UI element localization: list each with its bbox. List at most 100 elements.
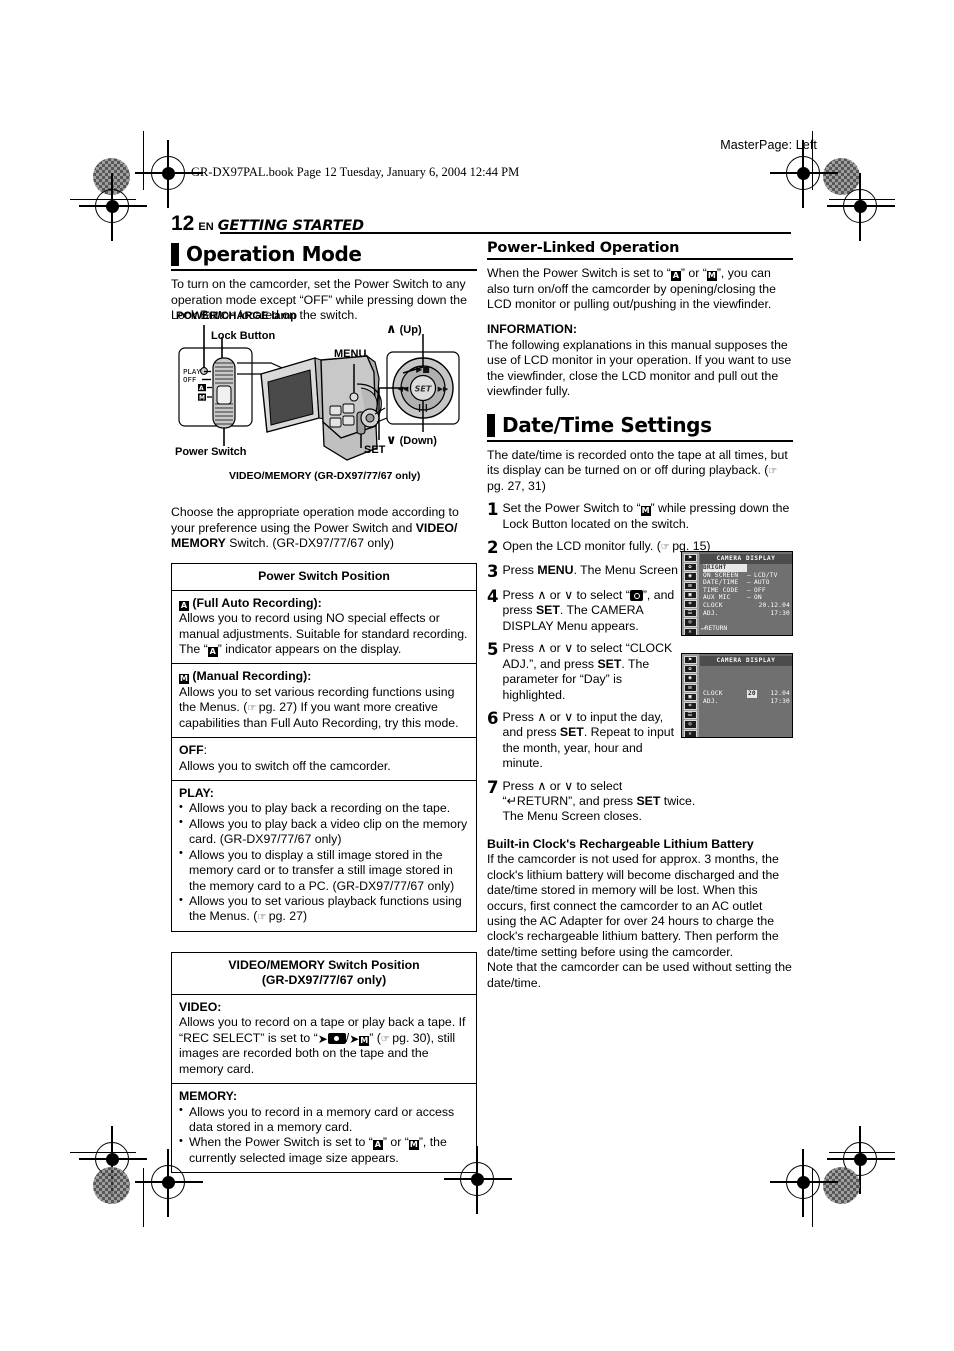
- trim-line-top-vert: [143, 131, 145, 190]
- menu-row[interactable]: ON SCREEN – LCD/TV: [703, 572, 790, 580]
- step-7-bold: SET: [636, 794, 661, 809]
- auto-mode-icon: A: [670, 271, 681, 282]
- off-title-rest: :: [203, 743, 208, 758]
- menu-row[interactable]: TIME CODE – OFF: [703, 587, 790, 595]
- rail-icon-6[interactable]: ☰: [683, 711, 697, 720]
- video-pg: pg. 30: [392, 1030, 427, 1045]
- page-ref-icon: ☞: [247, 703, 256, 715]
- rail-icon-6[interactable]: ☰: [683, 609, 697, 618]
- video-title: VIDEO:: [179, 999, 222, 1014]
- rail-icon-8[interactable]: ✕: [683, 627, 697, 635]
- off-title: OFF: [179, 743, 204, 758]
- masterpage-label: MasterPage: Left: [720, 138, 817, 152]
- table-row-memory: MEMORY: Allows you to record in a memory…: [172, 1084, 476, 1172]
- power-a: When the Power Switch is set to “: [487, 266, 671, 281]
- menu-row[interactable]: CLOCK 20.12.04: [703, 602, 790, 610]
- memory-card-icon: M: [359, 1035, 370, 1046]
- menu-row[interactable]: DATE/TIME – AUTO: [703, 579, 790, 587]
- step-1: 1 Set the Power Switch to “M” while pres…: [487, 501, 793, 532]
- menu-key: CLOCK: [703, 690, 723, 697]
- rail-icon-0[interactable]: ⚑: [683, 656, 697, 665]
- power-charge-lamp-label: POWER/CHARGE lamp: [176, 310, 298, 322]
- menu-row-bright[interactable]: BRIGHT: [703, 564, 790, 572]
- memory-bullet2-b: ” or “: [382, 1135, 409, 1150]
- list-item: Allows you to set various playback funct…: [179, 894, 469, 925]
- manual-title: M (Manual Recording):: [179, 669, 311, 685]
- menu-eq: –: [747, 579, 751, 587]
- step-6-bold: SET: [559, 725, 584, 740]
- play-title: PLAY:: [179, 786, 214, 801]
- rail-icon-0[interactable]: ⚑: [683, 554, 697, 563]
- video-memory-header-line2: (GR-DX97/77/67 only): [261, 972, 387, 987]
- menu-rows: BRIGHT ON SCREEN – LCD/TV DATE/TIME – AUTO T…: [703, 564, 790, 617]
- step-3-bold: MENU: [537, 563, 574, 578]
- up-label: ∧ (Up): [386, 322, 422, 337]
- memory-bullet2-a: When the Power Switch is set to “: [189, 1135, 373, 1150]
- date-time-rule: [487, 439, 793, 442]
- battery-body: If the camcorder is not used for approx.…: [487, 852, 780, 959]
- power-linked-rule: [487, 258, 793, 261]
- rail-icon-3[interactable]: ⊞: [683, 581, 697, 590]
- manual-pg: pg. 27: [258, 700, 293, 715]
- step-2-a: Open the LCD monitor fully. (: [502, 538, 661, 553]
- video-body-b: ” (: [369, 1030, 381, 1045]
- rail-icon-2[interactable]: ◉: [683, 572, 697, 581]
- rail-icon-5[interactable]: ⌗: [683, 599, 697, 609]
- menu-row-clock[interactable]: CLOCK 20 12.04: [703, 690, 790, 698]
- rail-icon-5[interactable]: ⌗: [683, 701, 697, 711]
- trim-line-bl: [70, 1152, 136, 1154]
- information-body: The following explanations in this manua…: [487, 337, 792, 399]
- menu-value: 12.04: [770, 690, 790, 697]
- rail-icon-8[interactable]: ✕: [683, 729, 697, 737]
- rail-icon-4[interactable]: ▣: [683, 692, 697, 701]
- camera-display-icon: [629, 589, 643, 601]
- step-5-text: Press ∧ or ∨ to select “CLOCK ADJ.”, and…: [502, 641, 683, 703]
- trim-line-bottom-vert: [143, 1168, 145, 1227]
- svg-text:SET: SET: [415, 385, 432, 394]
- power-switch-label: Power Switch: [175, 446, 247, 458]
- table-row-full-auto: A (Full Auto Recording): Allows you to r…: [172, 591, 476, 665]
- menu-row[interactable]: AUX MIC – ON: [703, 594, 790, 602]
- step-6: 6 Press ∧ or ∨ to input the day, and pre…: [487, 710, 683, 772]
- rail-icon-7[interactable]: ◎: [683, 618, 697, 627]
- rail-icon-3[interactable]: ⊞: [683, 683, 697, 692]
- camera-display-menu-screenshot-1: ⚑ ✿ ◉ ⊞ ▣ ⌗ ☰ ◎ ✕ CAMERA DISPLAY BRIGHT …: [681, 551, 793, 636]
- menu-key: AUX MIC: [703, 594, 731, 602]
- menu-eq: –: [747, 586, 751, 594]
- date-time-heading: Date/Time Settings: [487, 413, 793, 437]
- step-7-number: 7: [487, 777, 499, 797]
- manual-mode-icon: M: [179, 674, 189, 685]
- menu-value: 17:30: [770, 697, 790, 705]
- trim-line-tr: [829, 199, 895, 201]
- table-row-play: PLAY: Allows you to play back a recordin…: [172, 781, 476, 931]
- video-memory-header-line1: VIDEO/MEMORY Switch Position: [228, 957, 420, 972]
- video-memory-table-header: VIDEO/MEMORY Switch Position (GR-DX97/77…: [172, 953, 476, 995]
- rail-icon-7[interactable]: ◎: [683, 720, 697, 729]
- down-text: (Down): [399, 435, 437, 447]
- menu-return[interactable]: ↵RETURN: [701, 625, 727, 632]
- step-5-bold: SET: [597, 656, 622, 671]
- page-header-row: 12 EN GETTING STARTED: [171, 213, 364, 234]
- date-intro-pg: pg. 27, 31: [487, 478, 542, 493]
- menu-row-bright-key: BRIGHT: [703, 564, 747, 572]
- registration-mark-tr-inner: [770, 140, 838, 208]
- page-ref-icon: ☞: [660, 541, 670, 553]
- rail-icon-2[interactable]: ◉: [683, 674, 697, 683]
- list-item: Allows you to play back a recording on t…: [179, 801, 469, 816]
- rail-icon-4[interactable]: ▣: [683, 590, 697, 599]
- registration-dot-bl: [93, 1167, 130, 1204]
- lock-button-label: Lock Button: [211, 330, 276, 342]
- step-7: 7 Press ∧ or ∨ to select “↵RETURN”, and …: [487, 779, 697, 825]
- list-item: Allows you to record in a memory card or…: [179, 1104, 469, 1136]
- rail-icon-1[interactable]: ✿: [683, 563, 697, 572]
- auto-mode-icon: A: [179, 600, 189, 611]
- date-intro-b: ): [541, 478, 546, 493]
- power-switch-position-table: Power Switch Position A (Full Auto Recor…: [171, 562, 477, 932]
- step-2-number: 2: [487, 537, 499, 557]
- rail-icon-1[interactable]: ✿: [683, 665, 697, 674]
- menu-row-adj[interactable]: ADJ. 17:30: [703, 698, 790, 706]
- manual-page: MasterPage: Left GR-DX97PAL.book Page 12…: [0, 0, 954, 1351]
- list-item: Allows you to play back a video clip on …: [179, 816, 469, 848]
- memory-bullet-list: Allows you to record in a memory card or…: [179, 1104, 469, 1167]
- menu-row[interactable]: ADJ. 17:30: [703, 610, 790, 618]
